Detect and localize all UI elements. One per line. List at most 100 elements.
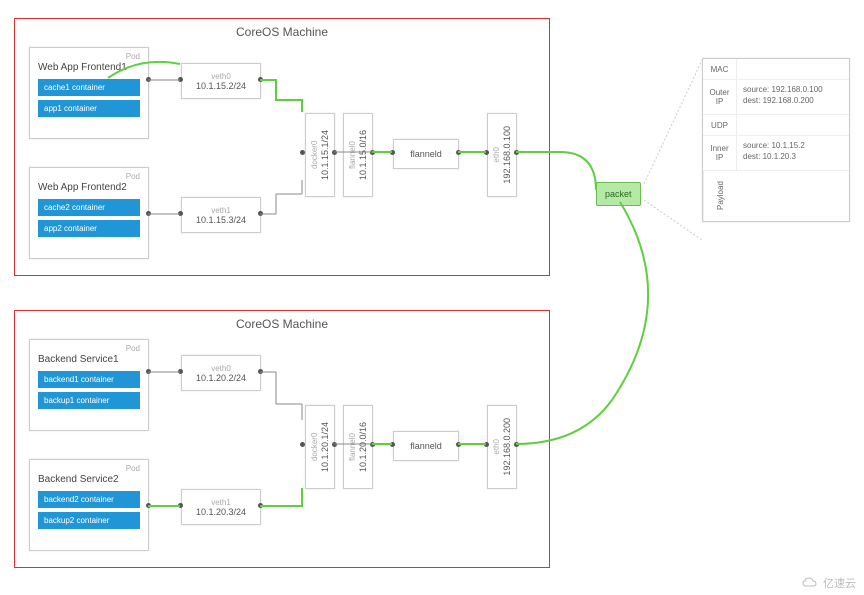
veth-ip: 10.1.20.3/24 bbox=[196, 507, 246, 517]
connector-dot bbox=[332, 150, 337, 155]
pkt-body bbox=[737, 59, 749, 79]
pod-web-app-frontend1: Pod Web App Frontend1 cache1 container a… bbox=[29, 47, 149, 139]
pod-backend-service1: Pod Backend Service1 backend1 container … bbox=[29, 339, 149, 431]
container-box: cache1 container bbox=[38, 79, 140, 96]
docker0-node: docker0 10.1.20.1/24 bbox=[305, 405, 335, 489]
veth1-node: veth1 10.1.15.3/24 bbox=[181, 197, 261, 233]
connector-dot bbox=[146, 369, 151, 374]
veth-name: veth0 bbox=[211, 364, 231, 373]
pkt-body: source: 192.168.0.100 dest: 192.168.0.20… bbox=[737, 80, 829, 114]
packet-node: packet bbox=[596, 182, 641, 206]
eth0-node: eth0 192.168.0.200 bbox=[487, 405, 517, 489]
eth0-ip: 192.168.0.200 bbox=[502, 418, 512, 476]
pkt-hdr: Payload bbox=[703, 171, 737, 221]
connector-dot bbox=[456, 150, 461, 155]
container-box: cache2 container bbox=[38, 199, 140, 216]
connector-dot bbox=[484, 442, 489, 447]
packet-label: packet bbox=[605, 189, 632, 199]
connector-dot bbox=[300, 442, 305, 447]
flanneld-node: flanneld bbox=[393, 431, 459, 461]
eth0-node: eth0 192.168.0.100 bbox=[487, 113, 517, 197]
pod-title: Backend Service2 bbox=[38, 474, 140, 485]
flannel0-name: flannel0 bbox=[348, 433, 357, 461]
connector-dot bbox=[370, 442, 375, 447]
connector-dot bbox=[146, 211, 151, 216]
veth0-node: veth0 10.1.15.2/24 bbox=[181, 63, 261, 99]
connector-dot bbox=[370, 150, 375, 155]
pkt-hdr: MAC bbox=[703, 59, 737, 79]
veth1-node: veth1 10.1.20.3/24 bbox=[181, 489, 261, 525]
docker0-name: docker0 bbox=[310, 433, 319, 461]
flannel0-node: flannel0 10.1.20.0/16 bbox=[343, 405, 373, 489]
coreos-machine-1: CoreOS Machine Pod Web App Frontend1 cac… bbox=[14, 18, 550, 276]
flanneld-label: flanneld bbox=[410, 441, 442, 451]
connector-dot bbox=[332, 442, 337, 447]
connector-dot bbox=[390, 442, 395, 447]
connector-dot bbox=[258, 369, 263, 374]
connector-dot bbox=[456, 442, 461, 447]
flannel0-node: flannel0 10.1.15.0/16 bbox=[343, 113, 373, 197]
pod-web-app-frontend2: Pod Web App Frontend2 cache2 container a… bbox=[29, 167, 149, 259]
machine-title: CoreOS Machine bbox=[236, 25, 328, 39]
flannel0-ip: 10.1.20.0/16 bbox=[358, 422, 368, 472]
flanneld-label: flanneld bbox=[410, 149, 442, 159]
eth0-ip: 192.168.0.100 bbox=[502, 126, 512, 184]
pkt-body bbox=[737, 171, 749, 221]
pod-label: Pod bbox=[126, 52, 140, 61]
connector-dot bbox=[514, 442, 519, 447]
pod-title: Web App Frontend2 bbox=[38, 182, 140, 193]
container-box: backend1 container bbox=[38, 371, 140, 388]
connector-dot bbox=[146, 503, 151, 508]
packet-row-outer-ip: Outer IP source: 192.168.0.100 dest: 192… bbox=[703, 80, 849, 115]
connector-dot bbox=[178, 211, 183, 216]
cloud-icon bbox=[801, 577, 819, 589]
veth0-node: veth0 10.1.20.2/24 bbox=[181, 355, 261, 391]
pod-title: Backend Service1 bbox=[38, 354, 140, 365]
pod-label: Pod bbox=[126, 464, 140, 473]
connector-dot bbox=[258, 77, 263, 82]
connector-dot bbox=[514, 150, 519, 155]
container-box: backup1 container bbox=[38, 392, 140, 409]
packet-row-inner-ip: Inner IP source: 10.1.15.2 dest: 10.1.20… bbox=[703, 136, 849, 171]
watermark: 亿速云 bbox=[801, 575, 856, 591]
packet-row-udp: UDP bbox=[703, 115, 849, 136]
connector-dot bbox=[484, 150, 489, 155]
pod-backend-service2: Pod Backend Service2 backend2 container … bbox=[29, 459, 149, 551]
container-box: app1 container bbox=[38, 100, 140, 117]
veth-name: veth0 bbox=[211, 72, 231, 81]
connector-dot bbox=[178, 503, 183, 508]
veth-name: veth1 bbox=[211, 498, 231, 507]
connector-dot bbox=[258, 503, 263, 508]
pod-title: Web App Frontend1 bbox=[38, 62, 140, 73]
veth-ip: 10.1.15.2/24 bbox=[196, 81, 246, 91]
pkt-body bbox=[737, 115, 749, 135]
connector-dot bbox=[258, 211, 263, 216]
container-box: backend2 container bbox=[38, 491, 140, 508]
packet-detail-table: MAC Outer IP source: 192.168.0.100 dest:… bbox=[702, 58, 850, 222]
watermark-text: 亿速云 bbox=[823, 575, 856, 591]
veth-ip: 10.1.15.3/24 bbox=[196, 215, 246, 225]
connector-dot bbox=[146, 77, 151, 82]
docker0-ip: 10.1.20.1/24 bbox=[320, 422, 330, 472]
machine-title: CoreOS Machine bbox=[236, 317, 328, 331]
connector-dot bbox=[390, 150, 395, 155]
connector-dot bbox=[178, 369, 183, 374]
docker0-ip: 10.1.15.1/24 bbox=[320, 130, 330, 180]
packet-row-payload: Payload bbox=[703, 171, 849, 221]
eth0-name: eth0 bbox=[492, 147, 501, 163]
docker0-node: docker0 10.1.15.1/24 bbox=[305, 113, 335, 197]
flanneld-node: flanneld bbox=[393, 139, 459, 169]
docker0-name: docker0 bbox=[310, 141, 319, 169]
pkt-hdr: UDP bbox=[703, 115, 737, 135]
flannel0-name: flannel0 bbox=[348, 141, 357, 169]
veth-ip: 10.1.20.2/24 bbox=[196, 373, 246, 383]
container-box: app2 container bbox=[38, 220, 140, 237]
eth0-name: eth0 bbox=[492, 439, 501, 455]
veth-name: veth1 bbox=[211, 206, 231, 215]
pod-label: Pod bbox=[126, 172, 140, 181]
coreos-machine-2: CoreOS Machine Pod Backend Service1 back… bbox=[14, 310, 550, 568]
pkt-hdr: Inner IP bbox=[703, 136, 737, 170]
pod-label: Pod bbox=[126, 344, 140, 353]
connector-dot bbox=[300, 150, 305, 155]
packet-row-mac: MAC bbox=[703, 59, 849, 80]
